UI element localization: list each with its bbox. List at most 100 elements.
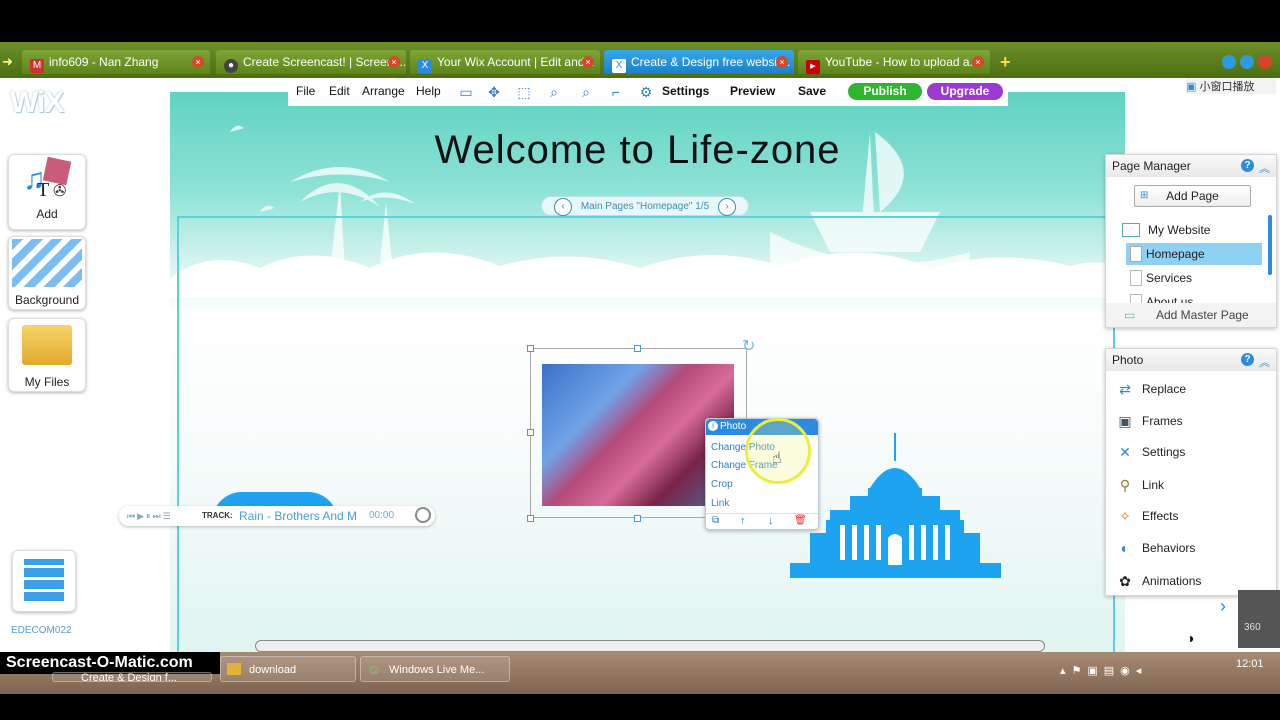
collapse-icon[interactable]: ︽ <box>1259 352 1270 374</box>
photo-settings-button[interactable]: ✕ Settings <box>1112 441 1262 463</box>
preview-button[interactable]: Preview <box>730 84 775 98</box>
move-icon[interactable]: ✥ <box>486 84 502 100</box>
move-up-icon[interactable]: ↑ <box>740 515 746 527</box>
page-item-homepage[interactable]: Homepage <box>1126 243 1262 265</box>
new-tab-icon[interactable]: + <box>1000 53 1018 71</box>
photo-panel: Photo ? ︽ ⇄ Replace ▣ Frames ✕ Settings ⚲ Li… <box>1105 348 1277 596</box>
track-label: TRACK: <box>202 511 233 520</box>
resize-handle[interactable] <box>527 345 534 352</box>
photo-link-button[interactable]: ⚲ Link <box>1112 474 1262 496</box>
close-window-icon[interactable] <box>1258 55 1272 69</box>
resize-handle[interactable] <box>527 429 534 436</box>
close-icon[interactable]: × <box>582 56 594 68</box>
widget-360[interactable]: 360 <box>1238 590 1280 648</box>
close-icon[interactable]: × <box>776 56 788 68</box>
wix-icon: X <box>612 59 626 73</box>
ime-toolbar[interactable]: ◑ <box>1186 627 1236 649</box>
messenger-icon: ☺ <box>367 661 382 677</box>
top-black-bar <box>0 0 1280 42</box>
tab-wix-account[interactable]: X Your Wix Account | Edit and... × <box>410 50 600 74</box>
taskbar-item-download[interactable]: download <box>220 656 356 682</box>
menu-edit[interactable]: Edit <box>329 84 350 98</box>
page-item-about[interactable]: About us <box>1126 291 1276 303</box>
photo-behaviors-button[interactable]: ◐ Behaviors <box>1112 537 1262 559</box>
taskbar-item-browser[interactable]: Create & Design f... <box>52 672 212 682</box>
tab-screencast[interactable]: ● Create Screencast! | Screenc... × <box>216 50 406 74</box>
prev-page-icon[interactable]: ‹ <box>554 198 572 216</box>
menu-help[interactable]: Help <box>416 84 441 98</box>
zoom-in-icon[interactable]: ⌕ <box>546 84 562 100</box>
track-time: 00:00 <box>369 510 395 521</box>
grid-apps-button[interactable] <box>12 550 76 612</box>
page-manager-panel: Page Manager ? ︽ ⊞ Add Page My Website H… <box>1105 154 1277 328</box>
volume-knob[interactable] <box>415 507 431 523</box>
ruler-icon[interactable]: ⌐ <box>608 84 624 100</box>
next-page-icon[interactable]: › <box>718 198 736 216</box>
menu-arrange[interactable]: Arrange <box>362 84 405 98</box>
close-icon[interactable]: × <box>192 56 204 68</box>
add-button[interactable]: ♫ T ✇ Add <box>8 154 86 230</box>
link-item[interactable]: Link <box>711 497 729 511</box>
maximize-icon[interactable] <box>1240 55 1254 69</box>
photo-replace-button[interactable]: ⇄ Replace <box>1112 378 1262 400</box>
site-title[interactable]: Welcome to Life-zone <box>170 128 1105 173</box>
photo-effects-button[interactable]: ✧ Effects <box>1112 505 1262 527</box>
page-item-my-website[interactable]: My Website <box>1118 219 1268 241</box>
zoom-out-icon[interactable]: ⌕ <box>578 84 594 100</box>
track-name: Rain - Brothers And M <box>239 509 358 523</box>
photo-frames-button[interactable]: ▣ Frames <box>1112 410 1262 432</box>
horizontal-scrollbar[interactable] <box>255 640 1045 652</box>
comment-icon[interactable]: ▭ <box>458 84 474 100</box>
wix-logo: WiX <box>10 86 64 119</box>
page-icon <box>1130 294 1142 303</box>
rotate-icon[interactable]: ↻ <box>742 336 755 356</box>
wix-editor-page: WiX Welcome to Life-zone ‹ Main Pages "H… <box>0 78 1280 652</box>
small-window-button[interactable]: ▣ 小窗口播放 <box>1186 78 1276 94</box>
taskbar-item-messenger[interactable]: ☺ Windows Live Me... <box>360 656 510 682</box>
scrollbar[interactable] <box>1268 215 1272 275</box>
tab-wix-editor[interactable]: X Create & Design free websit... × <box>604 50 794 74</box>
master-page-icon: ▭ <box>1124 308 1136 322</box>
minimize-icon[interactable] <box>1222 55 1236 69</box>
save-button[interactable]: Save <box>798 84 826 98</box>
animations-icon: ✿ <box>1119 573 1131 589</box>
tab-youtube[interactable]: ▶ YouTube - How to upload a... × <box>798 50 990 74</box>
help-icon[interactable]: ? <box>1241 353 1254 366</box>
settings-button[interactable]: Settings <box>662 84 709 98</box>
building-graphic[interactable] <box>790 433 1001 578</box>
collapse-icon[interactable]: ︽ <box>1259 158 1270 180</box>
ime-icon: ◑ <box>1186 630 1195 646</box>
publish-button[interactable]: Publish <box>848 83 922 100</box>
fit-icon[interactable]: ⬚ <box>516 84 532 100</box>
hand-cursor-icon: ☝ <box>772 450 782 467</box>
close-icon[interactable]: × <box>388 56 400 68</box>
settings-icon[interactable]: ⚙ <box>638 84 654 100</box>
page-item-services[interactable]: Services <box>1126 267 1276 289</box>
grid-icon <box>24 559 64 601</box>
tab-gmail[interactable]: Minfo609 - Nan Zhang × <box>22 50 210 74</box>
copy-icon[interactable]: ⧉ <box>712 515 719 526</box>
folder-icon <box>22 325 72 365</box>
photo-animations-button[interactable]: ✿ Animations <box>1112 570 1262 592</box>
my-files-button[interactable]: My Files <box>8 318 86 392</box>
folder-icon <box>227 663 241 675</box>
player-controls-icon[interactable]: ⏮▶⏸⏭☰ <box>127 506 173 526</box>
add-master-page-button[interactable]: ▭ Add Master Page <box>1106 303 1276 327</box>
add-icon: ⊞ <box>1140 190 1149 201</box>
clock[interactable]: 12:01 <box>1236 658 1264 670</box>
move-down-icon[interactable]: ↓ <box>768 515 774 527</box>
add-page-button[interactable]: ⊞ Add Page <box>1134 185 1251 207</box>
help-icon[interactable]: ? <box>1241 159 1254 172</box>
background-button[interactable]: Background <box>8 236 86 310</box>
resize-handle[interactable] <box>527 515 534 522</box>
screencast-watermark: Screencast-O-Matic.com <box>0 652 220 674</box>
behaviors-icon: ◐ <box>1120 540 1130 556</box>
menu-file[interactable]: File <box>296 84 315 98</box>
close-icon[interactable]: × <box>972 56 984 68</box>
forward-arrow-icon[interactable]: ➜ <box>2 55 16 69</box>
resize-handle[interactable] <box>634 345 641 352</box>
crop-item[interactable]: Crop <box>711 478 733 492</box>
upgrade-button[interactable]: Upgrade <box>927 83 1003 100</box>
system-tray-icons[interactable]: ▴⚑▣▤◉◂ <box>1060 664 1147 677</box>
resize-handle[interactable] <box>634 515 641 522</box>
